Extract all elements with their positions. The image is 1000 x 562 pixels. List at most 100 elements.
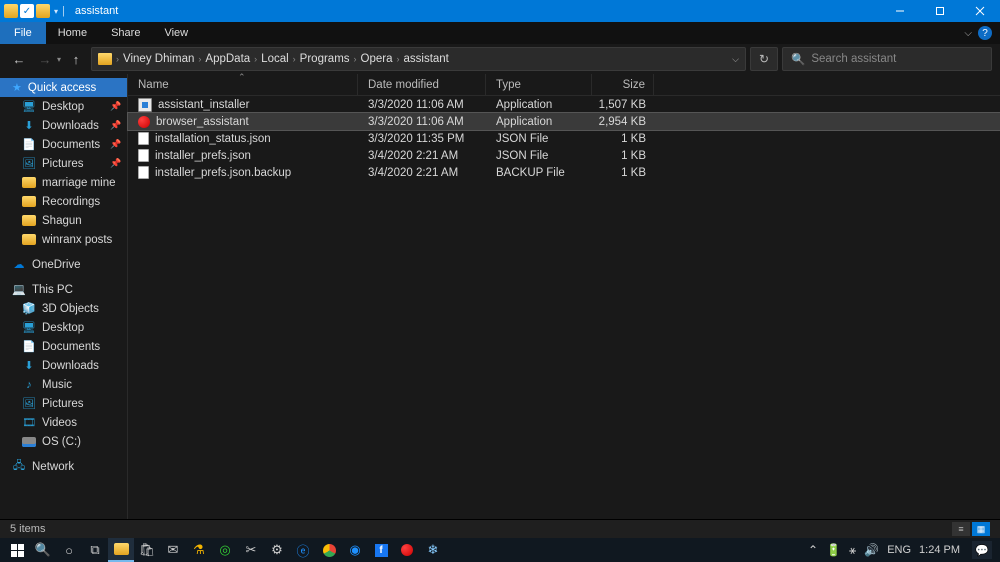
- status-bar: 5 items ≡ ▦: [0, 520, 1000, 538]
- crumb[interactable]: AppData: [205, 53, 250, 65]
- addr-folder-icon: [98, 53, 112, 65]
- qat-newfolder-icon[interactable]: [36, 4, 50, 18]
- tb-explorer[interactable]: [108, 538, 134, 562]
- tray-time[interactable]: 1:24 PM: [919, 544, 960, 556]
- onedrive[interactable]: ☁OneDrive: [0, 255, 127, 274]
- file-row[interactable]: installation_status.json3/3/2020 11:35 P…: [128, 130, 1000, 147]
- folder-icon: [22, 177, 36, 188]
- forward-button[interactable]: →: [34, 48, 56, 70]
- tb-app[interactable]: ◎: [212, 538, 238, 562]
- close-button[interactable]: [960, 0, 1000, 22]
- file-type: Application: [486, 99, 592, 111]
- refresh-button[interactable]: ↻: [750, 47, 778, 71]
- tb-app[interactable]: ⚗: [186, 538, 212, 562]
- recent-folder[interactable]: Recordings: [0, 192, 127, 211]
- disk-icon: [22, 437, 36, 447]
- pinned-documents[interactable]: 📄Documents📌: [0, 135, 127, 154]
- search-input[interactable]: 🔍 Search assistant: [782, 47, 992, 71]
- history-caret-icon[interactable]: ▾: [57, 55, 61, 64]
- cortana-button[interactable]: ○: [56, 538, 82, 562]
- file-icon: [138, 166, 149, 179]
- qat-customize-caret[interactable]: ▾: [54, 7, 58, 16]
- tray-up-icon[interactable]: ⌃: [808, 543, 818, 557]
- this-pc[interactable]: 💻This PC: [0, 280, 127, 299]
- column-headers: Name ⌃ Date modified Type Size: [128, 74, 1000, 96]
- addr-dropdown-icon[interactable]: ⌵: [732, 54, 739, 65]
- recent-folder[interactable]: winranx posts: [0, 230, 127, 249]
- tb-app[interactable]: ✂: [238, 538, 264, 562]
- pc-osc[interactable]: OS (C:): [0, 432, 127, 451]
- pinned-downloads[interactable]: ⬇Downloads📌: [0, 116, 127, 135]
- start-button[interactable]: [4, 538, 30, 562]
- titlebar: ✓ ▾ | assistant: [0, 0, 1000, 22]
- doc-icon: 📄: [22, 138, 36, 152]
- file-row[interactable]: installer_prefs.json.backup3/4/2020 2:21…: [128, 164, 1000, 181]
- battery-icon[interactable]: 🔋: [826, 543, 841, 557]
- pin-icon: 📌: [111, 102, 121, 112]
- back-button[interactable]: ←: [8, 48, 30, 70]
- help-icon[interactable]: ?: [978, 26, 992, 40]
- search-button[interactable]: 🔍: [30, 538, 56, 562]
- tb-app[interactable]: ❄: [420, 538, 446, 562]
- file-name: assistant_installer: [158, 99, 249, 111]
- pc-music[interactable]: ♪Music: [0, 375, 127, 394]
- file-row[interactable]: assistant_installer 3/3/2020 11:06 AMAppl…: [128, 96, 1000, 113]
- desktop-icon: 🖥: [22, 321, 36, 335]
- tb-edge2[interactable]: ◉: [342, 538, 368, 562]
- tb-opera[interactable]: [394, 538, 420, 562]
- maximize-button[interactable]: [920, 0, 960, 22]
- network[interactable]: 🖧Network: [0, 457, 127, 476]
- ribbon-tab-home[interactable]: Home: [46, 22, 99, 44]
- recent-folder[interactable]: Shagun: [0, 211, 127, 230]
- up-button[interactable]: ↑: [65, 48, 87, 70]
- crumb[interactable]: Viney Dhiman: [123, 53, 194, 65]
- view-icons-button[interactable]: ▦: [972, 522, 990, 536]
- pc-downloads[interactable]: ⬇Downloads: [0, 356, 127, 375]
- quick-access[interactable]: ★ Quick access: [0, 78, 127, 97]
- 3d-icon: 🧊: [22, 302, 36, 316]
- notifications-button[interactable]: 💬: [972, 541, 992, 559]
- pinned-pictures[interactable]: 🖼Pictures📌: [0, 154, 127, 173]
- tb-edge[interactable]: ⓔ: [290, 538, 316, 562]
- volume-icon[interactable]: 🔊: [864, 543, 879, 557]
- wifi-icon[interactable]: ⚹: [849, 543, 856, 558]
- crumb[interactable]: Programs: [300, 53, 350, 65]
- tb-chrome[interactable]: [316, 538, 342, 562]
- col-size[interactable]: Size: [592, 74, 654, 95]
- tb-mail[interactable]: ✉: [160, 538, 186, 562]
- pinned-desktop[interactable]: 🖥Desktop📌: [0, 97, 127, 116]
- folder-icon: [4, 4, 18, 18]
- file-list: Name ⌃ Date modified Type Size assistant…: [128, 74, 1000, 519]
- file-row[interactable]: browser_assistant3/3/2020 11:06 AMApplic…: [128, 113, 1000, 130]
- pin-icon: 📌: [111, 159, 121, 169]
- col-date[interactable]: Date modified: [358, 74, 486, 95]
- crumb[interactable]: Opera: [361, 53, 393, 65]
- file-type: JSON File: [486, 150, 592, 162]
- tb-fb[interactable]: f: [368, 538, 394, 562]
- ribbon-expand-icon[interactable]: ⌵: [964, 28, 972, 39]
- tray-lang[interactable]: ENG: [887, 544, 911, 556]
- crumb[interactable]: assistant: [404, 53, 449, 65]
- crumb[interactable]: Local: [261, 53, 289, 65]
- recent-folder[interactable]: marriage mine: [0, 173, 127, 192]
- pc-documents[interactable]: 📄Documents: [0, 337, 127, 356]
- file-row[interactable]: installer_prefs.json3/4/2020 2:21 AMJSON…: [128, 147, 1000, 164]
- ribbon-file[interactable]: File: [0, 22, 46, 44]
- ribbon-tab-view[interactable]: View: [152, 22, 200, 44]
- minimize-button[interactable]: [880, 0, 920, 22]
- pc-desktop[interactable]: 🖥Desktop: [0, 318, 127, 337]
- qat-properties-icon[interactable]: ✓: [20, 4, 34, 18]
- file-name: installer_prefs.json.backup: [155, 167, 291, 179]
- col-type[interactable]: Type: [486, 74, 592, 95]
- address-bar[interactable]: › Viney Dhiman› AppData› Local› Programs…: [91, 47, 746, 71]
- pc-videos[interactable]: 🎞Videos: [0, 413, 127, 432]
- tb-settings[interactable]: ⚙: [264, 538, 290, 562]
- view-details-button[interactable]: ≡: [952, 522, 970, 536]
- taskview-button[interactable]: ⧉: [82, 538, 108, 562]
- pc-pictures[interactable]: 🖼Pictures: [0, 394, 127, 413]
- tb-store[interactable]: 🛍: [134, 538, 160, 562]
- pin-icon: 📌: [111, 121, 121, 131]
- pc-3dobjects[interactable]: 🧊3D Objects: [0, 299, 127, 318]
- file-date: 3/3/2020 11:06 AM: [358, 99, 486, 111]
- ribbon-tab-share[interactable]: Share: [99, 22, 152, 44]
